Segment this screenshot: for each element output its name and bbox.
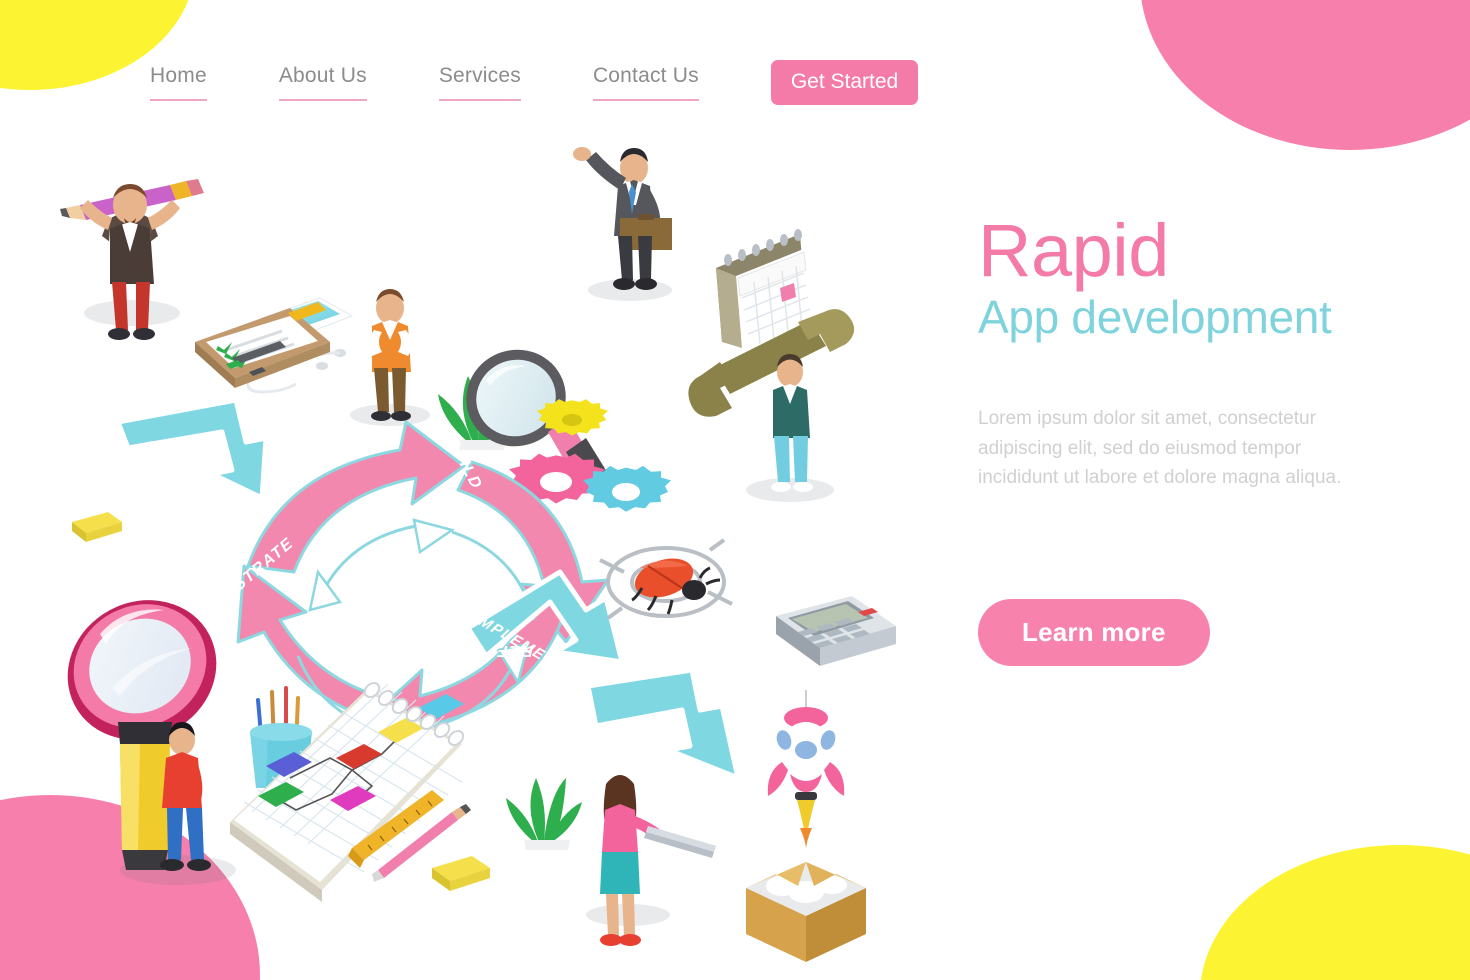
calculator-icon bbox=[776, 596, 896, 666]
standing-man-orange-vest bbox=[368, 289, 412, 421]
learn-more-button[interactable]: Learn more bbox=[978, 599, 1210, 667]
hero-description: Lorem ipsum dolor sit amet, consectetur … bbox=[978, 408, 1342, 488]
sticky-note-upper bbox=[72, 512, 122, 542]
nav-item-contact-us[interactable]: Contact Us bbox=[592, 64, 699, 101]
analyze-arrow: ANALYZE bbox=[77, 397, 269, 501]
hero-illustration: ANALYZE DEMONSTRATE BUILD REFINE TEST IM… bbox=[0, 110, 950, 980]
bug-in-crosshair-icon bbox=[599, 538, 733, 620]
decor-blob-bottom-right bbox=[1200, 845, 1470, 980]
clipboard-checklist bbox=[195, 302, 330, 388]
page-title: Rapid bbox=[978, 209, 1169, 292]
rocket-in-box bbox=[746, 690, 866, 962]
nav-item-about-us[interactable]: About Us bbox=[278, 64, 367, 101]
main-navigation: Home About Us Services Contact Us Get St… bbox=[150, 60, 919, 105]
decor-blob-top-right bbox=[1140, 0, 1470, 150]
sticky-note-lower bbox=[432, 856, 490, 891]
landing-page: Home About Us Services Contact Us Get St… bbox=[0, 0, 1470, 980]
businessman-with-briefcase bbox=[573, 147, 672, 290]
nav-item-services[interactable]: Services bbox=[438, 64, 522, 101]
nav-item-home[interactable]: Home bbox=[150, 64, 207, 101]
hero-copy: Rapid App development Lorem ipsum dolor … bbox=[978, 209, 1418, 667]
potted-plant-lower bbox=[506, 778, 582, 876]
get-started-button[interactable]: Get Started bbox=[770, 60, 919, 105]
analyze-arrow-label: ANALYZE bbox=[77, 438, 156, 472]
page-subtitle: App development bbox=[978, 290, 1332, 343]
